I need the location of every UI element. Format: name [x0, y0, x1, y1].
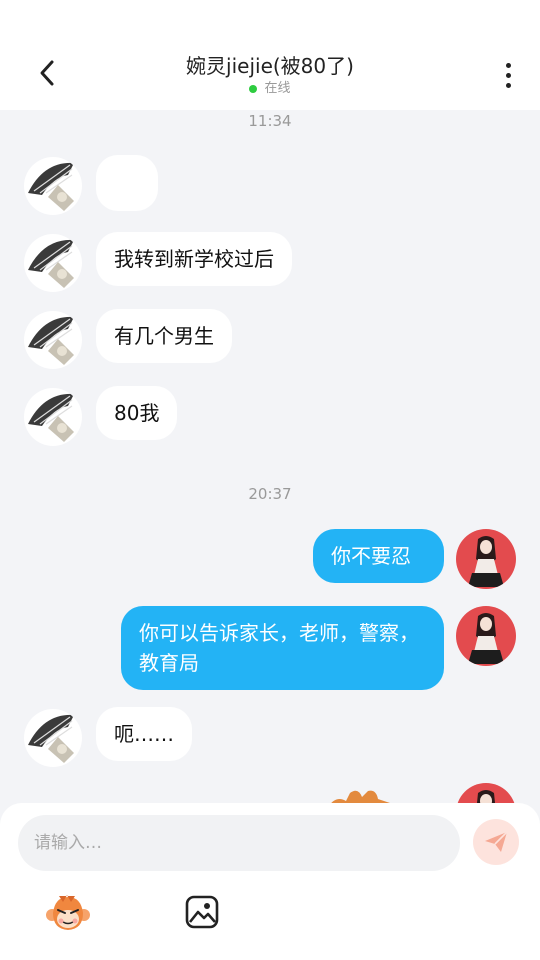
- message-row-incoming: [0, 155, 540, 217]
- online-dot-icon: [249, 85, 258, 93]
- image-button[interactable]: [184, 894, 220, 930]
- contact-avatar[interactable]: [24, 311, 82, 369]
- self-avatar[interactable]: [456, 529, 516, 589]
- more-vertical-dot: [505, 72, 511, 78]
- umbrella-girl-avatar-icon: [28, 162, 74, 211]
- more-vertical-icon: [505, 62, 511, 68]
- contact-avatar[interactable]: [24, 157, 82, 215]
- image-icon: [185, 895, 219, 929]
- message-bubble-incoming[interactable]: 有几个男生: [96, 309, 232, 363]
- message-row-incoming: 80我: [0, 386, 540, 448]
- umbrella-girl-avatar-icon: [28, 714, 74, 763]
- message-list[interactable]: 11:34 我转到新学校过后 有几个男生 80我 20:37 你不要忍 你可以告…: [0, 110, 540, 803]
- timestamp: 20:37: [248, 485, 292, 503]
- umbrella-girl-avatar-icon: [28, 239, 74, 288]
- timestamp: 11:34: [248, 112, 292, 130]
- more-options-button[interactable]: [496, 58, 520, 92]
- self-avatar[interactable]: [456, 783, 516, 803]
- chevron-left-icon: [40, 60, 54, 86]
- umbrella-girl-avatar-icon: [28, 393, 74, 442]
- contact-avatar[interactable]: [24, 234, 82, 292]
- message-bubble-incoming[interactable]: 我转到新学校过后: [96, 232, 292, 286]
- message-bubble-outgoing[interactable]: 你不要忍: [313, 529, 444, 583]
- contact-avatar[interactable]: [24, 388, 82, 446]
- message-bubble-incoming[interactable]: [96, 155, 158, 211]
- message-row-outgoing: 你不要忍: [0, 528, 540, 590]
- user-avatar-icon: [468, 536, 504, 587]
- paper-plane-icon: [485, 831, 508, 852]
- message-row-incoming: 呃……: [0, 707, 540, 769]
- chat-title: 婉灵jiejie(被80了): [186, 54, 354, 78]
- message-input[interactable]: [18, 815, 460, 871]
- online-status: 在线: [110, 80, 430, 98]
- message-bubble-incoming[interactable]: 呃……: [96, 707, 192, 761]
- monkey-face-icon: [46, 895, 90, 930]
- message-row-outgoing: 你可以告诉家长，老师，警察，教育局: [0, 605, 540, 691]
- message-bubble-outgoing[interactable]: 你可以告诉家长，老师，警察，教育局: [121, 606, 444, 690]
- message-bubble-incoming[interactable]: 80我: [96, 386, 178, 440]
- status-text: 在线: [264, 81, 291, 96]
- user-avatar-icon: [477, 790, 495, 803]
- contact-avatar[interactable]: [24, 709, 82, 767]
- back-button[interactable]: [30, 56, 64, 90]
- user-avatar-icon: [468, 613, 504, 664]
- chat-title-block: 婉灵jiejie(被80了) 在线: [110, 52, 430, 98]
- chat-header: 婉灵jiejie(被80了) 在线: [0, 0, 540, 110]
- emoji-button[interactable]: [45, 893, 91, 933]
- send-button[interactable]: [473, 819, 519, 865]
- input-bar: [0, 803, 540, 960]
- self-avatar[interactable]: [456, 606, 516, 666]
- message-row-incoming: 我转到新学校过后: [0, 232, 540, 294]
- more-vertical-dot: [505, 82, 511, 88]
- message-row-incoming: 有几个男生: [0, 309, 540, 371]
- umbrella-girl-avatar-icon: [28, 316, 74, 365]
